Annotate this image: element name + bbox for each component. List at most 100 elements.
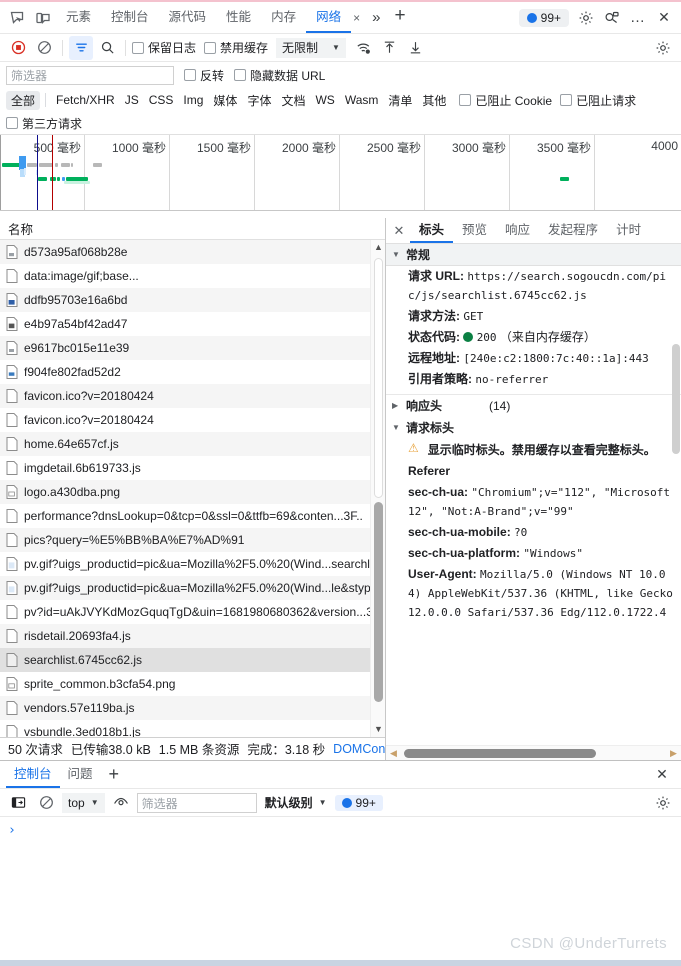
tab-network-close-icon[interactable]: × bbox=[347, 11, 366, 25]
network-overview-timeline[interactable]: 500 毫秒 1000 毫秒 1500 毫秒 2000 毫秒 2500 毫秒 3… bbox=[0, 135, 681, 211]
requests-list[interactable]: d573a95af068b28e data:image/gif;base... … bbox=[0, 240, 385, 737]
requests-vertical-scrollbar[interactable]: ▲ ▼ bbox=[370, 240, 385, 737]
invert-checkbox[interactable]: 反转 bbox=[184, 67, 224, 84]
download-har-icon[interactable] bbox=[404, 36, 428, 60]
devtools-customize-icon[interactable] bbox=[599, 5, 625, 31]
tab-sources[interactable]: 源代码 bbox=[159, 2, 217, 33]
filter-input[interactable]: 筛选器 bbox=[6, 66, 174, 85]
network-settings-gear-icon[interactable] bbox=[651, 36, 675, 60]
table-row-selected[interactable]: searchlist.6745cc62.js bbox=[0, 648, 385, 672]
filter-type-font[interactable]: 字体 bbox=[242, 91, 276, 110]
filter-type-css[interactable]: CSS bbox=[144, 92, 179, 108]
device-toggle-icon[interactable] bbox=[30, 5, 56, 31]
tab-console[interactable]: 控制台 bbox=[101, 2, 159, 33]
preserve-log-checkbox[interactable]: 保留日志 bbox=[132, 39, 196, 56]
blocked-requests-checkbox[interactable]: 已阻止请求 bbox=[560, 92, 636, 109]
gear-icon[interactable] bbox=[573, 5, 599, 31]
table-row[interactable]: performance?dnsLookup=0&tcp=0&ssl=0&ttfb… bbox=[0, 504, 385, 528]
tab-performance[interactable]: 性能 bbox=[216, 2, 261, 33]
blocked-cookies-checkbox[interactable]: 已阻止 Cookie bbox=[459, 92, 552, 109]
console-filter-input[interactable]: 筛选器 bbox=[137, 793, 257, 813]
record-stop-icon[interactable] bbox=[6, 36, 30, 60]
tab-preview[interactable]: 预览 bbox=[453, 218, 496, 243]
close-icon[interactable]: ✕ bbox=[651, 5, 677, 31]
table-row[interactable]: risdetail.20693fa4.js bbox=[0, 624, 385, 648]
table-row[interactable]: data:image/gif;base... bbox=[0, 264, 385, 288]
tab-memory[interactable]: 内存 bbox=[261, 2, 306, 33]
drawer-close-icon[interactable]: ✕ bbox=[649, 762, 675, 788]
tab-network[interactable]: 网络 bbox=[306, 2, 351, 33]
more-tabs-chevron-icon[interactable]: » bbox=[366, 2, 386, 33]
table-row[interactable]: pv.gif?uigs_productid=pic&ua=Mozilla%2F5… bbox=[0, 552, 385, 576]
filter-type-doc[interactable]: 文档 bbox=[276, 91, 310, 110]
filter-type-all[interactable]: 全部 bbox=[6, 91, 40, 110]
table-row[interactable]: f904fe802fad52d2 bbox=[0, 360, 385, 384]
live-expression-icon[interactable] bbox=[109, 791, 133, 815]
clear-no-entry-icon[interactable] bbox=[32, 36, 56, 60]
scroll-right-arrow-icon[interactable]: ▶ bbox=[666, 746, 681, 761]
search-icon[interactable] bbox=[95, 36, 119, 60]
filter-type-wasm[interactable]: Wasm bbox=[340, 92, 384, 108]
console-settings-gear-icon[interactable] bbox=[651, 791, 675, 815]
add-tab-plus-icon[interactable]: + bbox=[386, 2, 413, 33]
details-body[interactable]: ▼ 常规 请求 URL: https://search.sogoucdn.com… bbox=[386, 244, 681, 745]
drawer-tab-console[interactable]: 控制台 bbox=[6, 761, 60, 788]
drawer-add-tab-icon[interactable]: + bbox=[101, 761, 128, 788]
table-row[interactable]: favicon.ico?v=20180424 bbox=[0, 408, 385, 432]
scroll-left-arrow-icon[interactable]: ◀ bbox=[386, 746, 401, 761]
table-row[interactable]: vsbundle.3ed018b1.js bbox=[0, 720, 385, 737]
scrollbar-thumb[interactable] bbox=[374, 502, 383, 702]
table-row[interactable]: favicon.ico?v=20180424 bbox=[0, 384, 385, 408]
table-row[interactable]: home.64e657cf.js bbox=[0, 432, 385, 456]
table-row[interactable]: imgdetail.6b619733.js bbox=[0, 456, 385, 480]
details-vertical-scrollbar[interactable] bbox=[672, 244, 681, 745]
section-response-headers[interactable]: ▶ 响应头 (14) bbox=[386, 394, 681, 416]
disable-cache-checkbox[interactable]: 禁用缓存 bbox=[204, 39, 268, 56]
table-row[interactable]: logo.a430dba.png bbox=[0, 480, 385, 504]
filter-type-manifest[interactable]: 清单 bbox=[383, 91, 417, 110]
drawer-tab-issues[interactable]: 问题 bbox=[60, 761, 101, 788]
upload-har-icon[interactable] bbox=[378, 36, 402, 60]
console-prompt[interactable]: › bbox=[0, 817, 681, 844]
table-row[interactable]: pv?id=uAkJVYKdMozGquqTgD&uin=16819806803… bbox=[0, 600, 385, 624]
console-level-select[interactable]: 默认级别 ▼ bbox=[261, 794, 331, 811]
scrollbar-thumb[interactable] bbox=[672, 344, 680, 454]
scroll-down-arrow-icon[interactable]: ▼ bbox=[371, 722, 385, 737]
status-domcontentloaded[interactable]: DOMContent bbox=[333, 742, 385, 756]
tab-timing[interactable]: 计时 bbox=[607, 218, 650, 243]
filter-type-media[interactable]: 媒体 bbox=[208, 91, 242, 110]
filter-type-ws[interactable]: WS bbox=[310, 92, 339, 108]
table-row[interactable]: d573a95af068b28e bbox=[0, 240, 385, 264]
filter-type-js[interactable]: JS bbox=[120, 92, 144, 108]
throttle-select[interactable]: 无限制 ▼ bbox=[276, 38, 346, 58]
issues-count-badge[interactable]: 99+ bbox=[519, 9, 569, 27]
tab-headers[interactable]: 标头 bbox=[410, 218, 453, 243]
table-row[interactable]: ddfb95703e16a6bd bbox=[0, 288, 385, 312]
network-conditions-icon[interactable] bbox=[352, 36, 376, 60]
section-request-headers[interactable]: ▼ 请求标头 bbox=[386, 416, 681, 438]
details-close-icon[interactable]: ✕ bbox=[388, 220, 410, 242]
hide-data-urls-checkbox[interactable]: 隐藏数据 URL bbox=[234, 67, 325, 84]
console-context-select[interactable]: top ▼ bbox=[62, 793, 105, 813]
tab-elements[interactable]: 元素 bbox=[56, 2, 101, 33]
more-options-icon[interactable]: … bbox=[625, 5, 651, 31]
clear-console-icon[interactable] bbox=[34, 791, 58, 815]
table-row[interactable]: pics?query=%E5%BB%BA%E7%AD%91 bbox=[0, 528, 385, 552]
table-row[interactable]: pv.gif?uigs_productid=pic&ua=Mozilla%2F5… bbox=[0, 576, 385, 600]
table-row[interactable]: e4b97a54bf42ad47 bbox=[0, 312, 385, 336]
inspect-cursor-icon[interactable] bbox=[4, 5, 30, 31]
third-party-checkbox[interactable]: 第三方请求 bbox=[6, 115, 82, 132]
tab-initiator[interactable]: 发起程序 bbox=[539, 218, 607, 243]
table-row[interactable]: vendors.57e119ba.js bbox=[0, 696, 385, 720]
filter-funnel-icon[interactable] bbox=[69, 36, 93, 60]
details-horizontal-scrollbar[interactable]: ◀ ▶ bbox=[386, 745, 681, 760]
table-row[interactable]: e9617bc015e11e39 bbox=[0, 336, 385, 360]
console-sidebar-icon[interactable] bbox=[6, 791, 30, 815]
scroll-up-arrow-icon[interactable]: ▲ bbox=[371, 240, 385, 255]
console-issues-badge[interactable]: 99+ bbox=[335, 795, 383, 811]
filter-type-fetch-xhr[interactable]: Fetch/XHR bbox=[51, 92, 120, 108]
section-general[interactable]: ▼ 常规 bbox=[386, 244, 681, 266]
tab-response[interactable]: 响应 bbox=[496, 218, 539, 243]
column-header-name[interactable]: 名称 bbox=[8, 219, 33, 238]
table-row[interactable]: sprite_common.b3cfa54.png bbox=[0, 672, 385, 696]
